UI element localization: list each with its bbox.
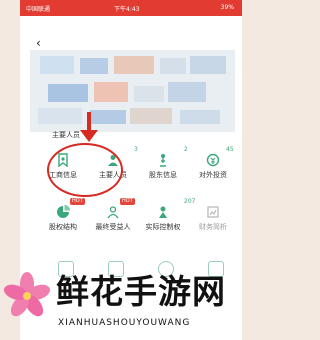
item-count: 3 [134,146,138,153]
battery-level: 39% [220,4,234,11]
beneficiary-icon [107,206,119,219]
grid-item-finance[interactable]: 财务简析 [188,205,238,232]
flower-logo-icon [4,272,50,317]
grid-item-investment[interactable]: 对外投资 [188,153,238,180]
item-count: 207 [184,198,196,205]
grid-label: 股东信息 [149,171,177,179]
item-count: 2 [184,146,188,153]
annotation-circle [47,143,123,197]
grid-item-shareholders[interactable]: 股东信息 [138,153,188,180]
arrow-down-icon [80,112,98,142]
grid-label: 财务简析 [199,223,227,231]
grid-item-beneficiary[interactable]: 最终受益人 [88,205,138,232]
shareholder-icon [160,154,166,167]
grid-label: 股权结构 [49,223,77,231]
carrier-label: 中国联通 [26,6,51,13]
grid-label: 实际控制权 [145,223,181,231]
grid-label: 对外投资 [199,171,227,179]
watermark-title: 鲜花手游网 [56,272,226,311]
status-time: 下午4:43 [114,6,140,13]
blurred-company-header [30,50,235,132]
hot-badge: HOT [120,198,135,205]
grid-label: 最终受益人 [95,223,131,231]
grid-item-actual-control[interactable]: 实际控制权 [138,205,188,232]
investment-icon [206,153,220,167]
grid-item-equity-structure[interactable]: 股权结构 [38,205,88,232]
watermark-subtitle: XIANHUASHOUYOUWANG [58,318,191,328]
status-bar: 中国联通 下午4:43 39% [20,0,242,16]
equity-structure-icon [57,205,70,218]
back-button[interactable]: ‹ [36,36,41,50]
hot-badge: HOT [70,198,85,205]
section-label: 主要人员 [52,131,80,139]
finance-icon [207,206,219,218]
item-count: 45 [226,146,234,153]
control-icon [159,206,167,218]
